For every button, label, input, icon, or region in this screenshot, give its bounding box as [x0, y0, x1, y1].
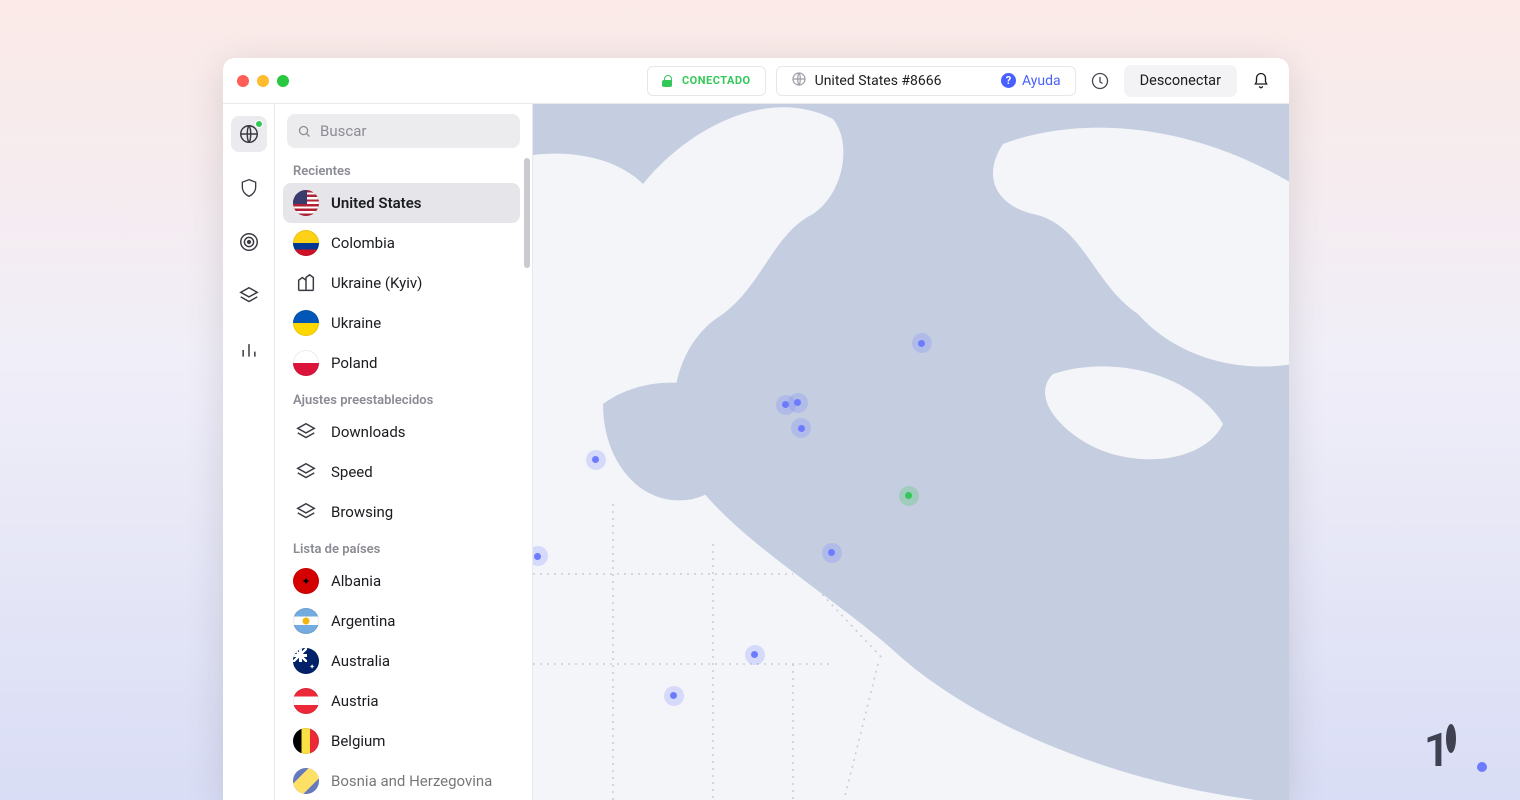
flag-icon-us — [293, 190, 319, 216]
country-label: Poland — [331, 354, 377, 372]
map-view[interactable] — [533, 104, 1289, 800]
layers-icon — [293, 499, 319, 525]
rail-item-layers[interactable] — [231, 278, 267, 314]
map-node[interactable] — [791, 418, 811, 438]
flag-icon-ba — [293, 768, 319, 794]
rail-item-connection[interactable] — [231, 116, 267, 152]
server-sidebar: Buscar Recientes United States Colombia — [275, 104, 533, 800]
nav-rail — [223, 104, 275, 800]
flag-icon-au — [293, 648, 319, 674]
map-land — [533, 104, 1289, 800]
server-name-label: United States #8666 — [815, 73, 942, 89]
section-title-recents: Recientes — [283, 154, 520, 183]
search-input[interactable]: Buscar — [287, 114, 520, 148]
country-item-albania[interactable]: Albania — [283, 561, 520, 601]
map-node[interactable] — [822, 543, 842, 563]
country-item-australia[interactable]: Australia — [283, 641, 520, 681]
search-placeholder: Buscar — [320, 122, 366, 140]
connection-status-label: CONECTADO — [682, 74, 751, 87]
country-label: Ukraine (Kyiv) — [331, 274, 422, 292]
notifications-button[interactable] — [1247, 67, 1275, 95]
app-window: CONECTADO United States #8666 ? Ayuda De… — [223, 58, 1289, 800]
recent-item-poland[interactable]: Poland — [283, 343, 520, 383]
help-label: Ayuda — [1022, 73, 1061, 89]
help-icon: ? — [1001, 73, 1016, 88]
watermark-logo: 1 — [1424, 724, 1490, 778]
country-item-austria[interactable]: Austria — [283, 681, 520, 721]
map-node[interactable] — [745, 645, 765, 665]
country-label: Ukraine — [331, 314, 381, 332]
country-item-belgium[interactable]: Belgium — [283, 721, 520, 761]
country-label: United States — [331, 194, 421, 212]
threat-protection-icon[interactable] — [1086, 67, 1114, 95]
country-label: Argentina — [331, 612, 395, 630]
minimize-window-button[interactable] — [257, 75, 269, 87]
active-indicator-dot — [255, 120, 263, 128]
connection-status-pill: CONECTADO — [647, 66, 766, 96]
country-label: Bosnia and Herzegovina — [331, 772, 492, 790]
preset-item-downloads[interactable]: Downloads — [283, 412, 520, 452]
recent-item-colombia[interactable]: Colombia — [283, 223, 520, 263]
map-node[interactable] — [586, 450, 606, 470]
preset-item-speed[interactable]: Speed — [283, 452, 520, 492]
traffic-lights — [237, 75, 289, 87]
rail-item-shield[interactable] — [231, 170, 267, 206]
watermark-dot-icon — [1477, 762, 1487, 772]
map-node-active[interactable] — [899, 486, 919, 506]
flag-icon-ar — [293, 608, 319, 634]
country-label: Colombia — [331, 234, 395, 252]
flag-icon-at — [293, 688, 319, 714]
maximize-window-button[interactable] — [277, 75, 289, 87]
preset-label: Downloads — [331, 423, 406, 441]
country-label: Austria — [331, 692, 379, 710]
lock-icon — [662, 75, 672, 87]
country-label: Australia — [331, 652, 390, 670]
app-body: Buscar Recientes United States Colombia — [223, 104, 1289, 800]
recent-item-ukraine-kyiv[interactable]: Ukraine (Kyiv) — [283, 263, 520, 303]
country-label: Albania — [331, 572, 381, 590]
country-item-bosnia[interactable]: Bosnia and Herzegovina — [283, 761, 520, 800]
server-info-pill[interactable]: United States #8666 ? Ayuda — [776, 66, 1076, 96]
map-node[interactable] — [664, 686, 684, 706]
layers-icon — [293, 419, 319, 445]
flag-icon-be — [293, 728, 319, 754]
flag-icon-co — [293, 230, 319, 256]
flag-icon-pl — [293, 350, 319, 376]
help-link[interactable]: ? Ayuda — [1001, 73, 1061, 89]
recent-item-ukraine[interactable]: Ukraine — [283, 303, 520, 343]
map-node[interactable] — [776, 395, 796, 415]
watermark-ring-icon — [1446, 724, 1456, 753]
search-icon — [297, 124, 312, 139]
rail-item-stats[interactable] — [231, 332, 267, 368]
section-title-presets: Ajustes preestablecidos — [283, 383, 520, 412]
map-node[interactable] — [912, 333, 932, 353]
recent-item-united-states[interactable]: United States — [283, 183, 520, 223]
preset-label: Speed — [331, 463, 373, 481]
close-window-button[interactable] — [237, 75, 249, 87]
flag-icon-al — [293, 568, 319, 594]
server-scroll[interactable]: Recientes United States Colombia Ukraine… — [283, 154, 524, 800]
globe-icon — [791, 71, 807, 91]
titlebar: CONECTADO United States #8666 ? Ayuda De… — [223, 58, 1289, 104]
layers-icon — [293, 459, 319, 485]
country-item-argentina[interactable]: Argentina — [283, 601, 520, 641]
rail-item-target[interactable] — [231, 224, 267, 260]
preset-item-browsing[interactable]: Browsing — [283, 492, 520, 532]
scrollbar-thumb[interactable] — [524, 158, 530, 268]
section-title-countries: Lista de países — [283, 532, 520, 561]
city-icon — [293, 270, 319, 296]
flag-icon-ua — [293, 310, 319, 336]
preset-label: Browsing — [331, 503, 393, 521]
disconnect-button[interactable]: Desconectar — [1124, 65, 1237, 97]
country-label: Belgium — [331, 732, 385, 750]
